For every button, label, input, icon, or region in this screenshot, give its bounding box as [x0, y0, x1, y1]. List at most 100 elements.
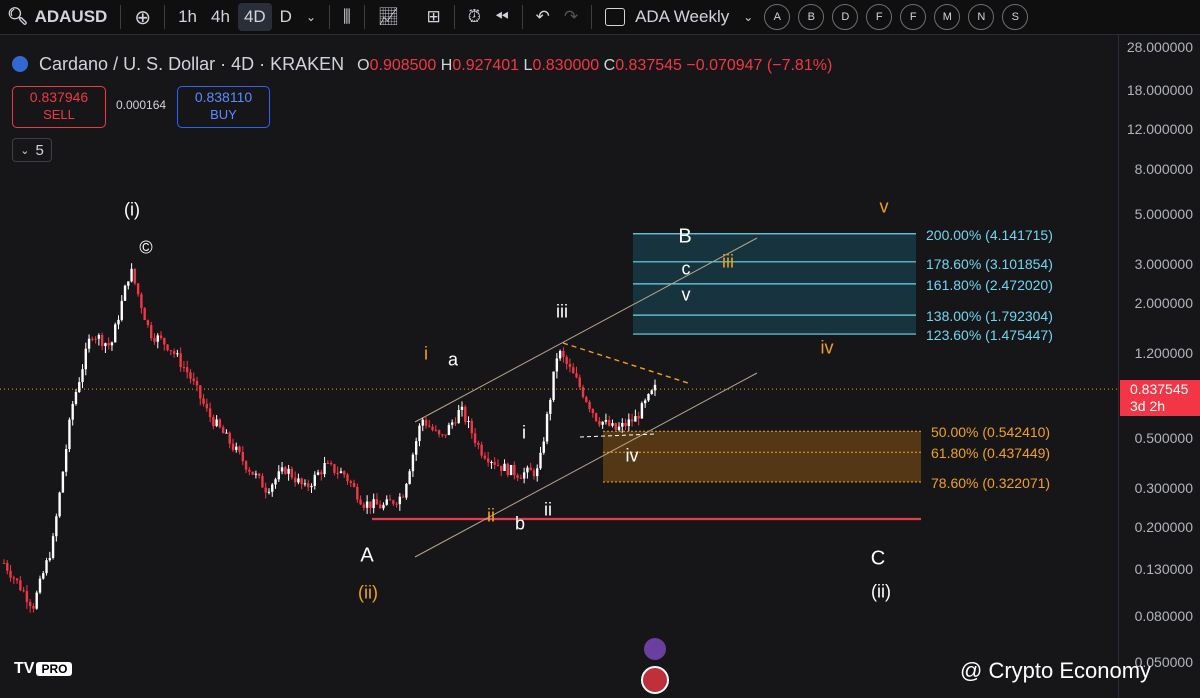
candle-body	[189, 372, 192, 379]
candle-body	[22, 590, 25, 592]
cardano-icon	[12, 56, 28, 72]
fib-retracement-zone	[603, 431, 921, 482]
candle-body	[221, 427, 225, 434]
candle-body	[284, 467, 287, 474]
candle-body	[192, 378, 195, 382]
letter-button-n[interactable]: N	[968, 4, 995, 30]
candle-body	[140, 294, 143, 309]
letter-button-f2[interactable]: F	[900, 4, 927, 30]
alert-button[interactable]: ⏰︎	[462, 3, 487, 31]
candle-body	[110, 342, 114, 346]
candle-body	[431, 426, 434, 430]
candle-body	[408, 471, 411, 484]
candle-body	[379, 504, 382, 509]
candle-body	[519, 477, 523, 479]
candle-body	[104, 343, 107, 347]
open-label: O	[357, 57, 370, 74]
candle-body	[352, 483, 356, 487]
candle-body	[467, 420, 470, 423]
letter-button-m[interactable]: M	[934, 4, 961, 30]
candle-body	[444, 434, 447, 436]
candle-body	[153, 338, 156, 342]
candle-body	[460, 406, 464, 411]
buy-button[interactable]: 0.838110 BUY	[177, 86, 270, 128]
candle-body	[450, 422, 454, 425]
chevron-down-icon: ⌄	[20, 144, 30, 157]
high-label: H	[440, 57, 453, 74]
candle-body	[575, 373, 578, 378]
y-tick-label: 5.000000	[1134, 206, 1193, 223]
indicators-toggle[interactable]: ⌄ 5	[12, 138, 52, 162]
candle-body	[539, 452, 542, 469]
candle-body	[55, 516, 58, 537]
candle-body	[114, 324, 117, 343]
watermark: @ Crypto Economy	[960, 658, 1152, 683]
indicators-icon: 📈︎	[377, 7, 400, 26]
interval-dropdown[interactable]: ⌄	[300, 3, 322, 31]
letter-button-f1[interactable]: F	[866, 4, 893, 30]
letter-button-a[interactable]: A	[764, 4, 791, 30]
candle-body	[182, 367, 186, 369]
interval-1h[interactable]: 1h	[172, 3, 203, 31]
compare-button[interactable]: ⊕	[128, 3, 157, 31]
candle-body	[529, 467, 532, 471]
letter-button-d[interactable]: D	[832, 4, 859, 30]
us-flag-icon[interactable]	[641, 666, 669, 694]
candle-body	[513, 464, 516, 476]
symbol-search[interactable]: 🔍︎ ADAUSD	[1, 3, 113, 31]
templates-button[interactable]: ⊞	[420, 3, 446, 31]
candle-body	[621, 422, 624, 427]
letter-button-s[interactable]: S	[1002, 4, 1029, 30]
price-axis[interactable]: 28.000000 18.000000 12.000000 8.000000 5.000…	[1118, 35, 1200, 698]
plus-circle-icon: ⊕	[134, 6, 152, 29]
replay-button[interactable]: ⏪︎	[489, 3, 515, 31]
candle-body	[526, 467, 529, 473]
layout-button[interactable]: ADA Weekly	[599, 3, 735, 31]
candle-body	[290, 468, 294, 478]
candle-body	[653, 384, 657, 391]
bolt-icon[interactable]	[644, 638, 666, 660]
layout-dropdown[interactable]: ⌄	[737, 3, 759, 31]
undo-button[interactable]: ↶	[530, 3, 556, 31]
candle-body	[316, 472, 320, 475]
divider	[521, 5, 523, 29]
sell-button[interactable]: 0.837946 SELL	[12, 86, 106, 128]
candle-body	[323, 463, 326, 475]
candle-body	[493, 462, 496, 465]
letter-button-b[interactable]: B	[798, 4, 825, 30]
wave-label-iv: iv	[625, 445, 639, 466]
chart-pane[interactable]	[0, 35, 1118, 698]
wave-label-ii-paren-white: (ii)	[871, 581, 891, 602]
fib-ext-label-138: 138.00% (1.792304)	[926, 308, 1053, 324]
candle-body	[643, 400, 647, 404]
price-chart[interactable]	[0, 35, 1118, 698]
candle-body	[549, 399, 552, 414]
tradingview-logo: TV PRO	[14, 660, 73, 678]
wave-label-c-circle: ©	[139, 237, 153, 258]
divider	[363, 5, 365, 29]
interval-4d[interactable]: 4D	[237, 3, 272, 31]
interval-d[interactable]: D	[274, 3, 298, 31]
interval-4h[interactable]: 4h	[205, 3, 236, 31]
candle-body	[542, 441, 545, 453]
fib-ret-label-78: 78.60% (0.322071)	[931, 475, 1051, 491]
candle-body	[588, 401, 591, 409]
candle-body	[293, 477, 297, 483]
candle-body	[578, 377, 581, 388]
candle-body	[133, 268, 137, 284]
candle-body	[365, 501, 369, 508]
candle-body	[248, 469, 251, 472]
chart-type-button[interactable]: ⫼	[337, 3, 357, 31]
indicators-button[interactable]: 📈︎	[372, 3, 406, 31]
candle-body	[297, 478, 300, 483]
search-icon: 🔍︎	[7, 7, 29, 26]
candle-body	[12, 577, 16, 579]
redo-button[interactable]: ↷	[558, 3, 584, 31]
candle-body	[369, 501, 372, 509]
candle-body	[156, 335, 159, 342]
candle-body	[411, 454, 415, 472]
candle-body	[9, 570, 12, 578]
candle-body	[78, 382, 81, 393]
candle-body	[346, 474, 349, 482]
y-tick-label: 18.000000	[1126, 81, 1193, 98]
